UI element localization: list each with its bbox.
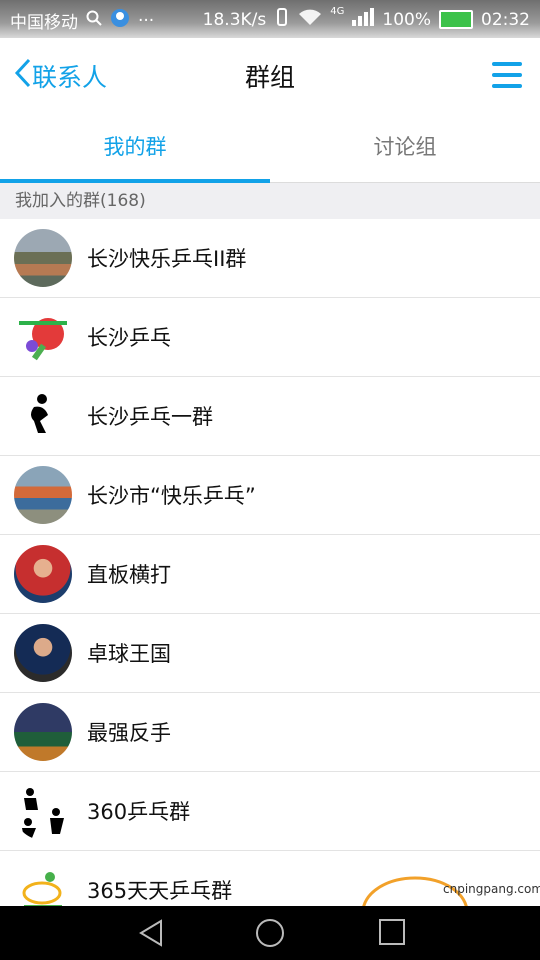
group-name: 长沙乒乓一群 [87,405,213,429]
avatar [14,624,72,682]
avatar [14,703,72,761]
battery-percent: 100% [382,9,431,30]
battery-icon [439,10,473,29]
group-name: 长沙市“快乐乒乓” [87,484,256,508]
tab-my-groups[interactable]: 我的群 [0,114,270,183]
group-name: 卓球王国 [87,642,171,666]
group-name: 365天天乒乓群 [87,879,233,903]
list-item[interactable]: 长沙乒乓 [0,298,540,377]
more-notifications-icon: ··· [138,10,155,31]
vibrate-icon [274,8,290,31]
list-item[interactable]: 最强反手 [0,693,540,772]
list-item[interactable]: 360乒乓群 [0,772,540,851]
app-notification-icon [110,8,130,33]
group-name: 直板横打 [87,563,171,587]
list-item[interactable]: 长沙快乐乒乓II群 [0,219,540,298]
network-speed: 18.3K/s [202,9,267,30]
list-item[interactable]: 卓球王国 [0,614,540,693]
group-list: 长沙快乐乒乓II群 长沙乒乓 长沙乒乓一群 长沙市“快乐乒乓” 直板横打 卓球王… [0,219,540,930]
group-name: 长沙快乐乒乓II群 [87,247,247,271]
page-title: 群组 [244,63,295,92]
avatar [14,229,72,287]
network-type: 4G [330,6,345,17]
avatar [14,308,72,366]
search-icon [86,10,102,31]
hamburger-menu-icon[interactable] [492,62,522,88]
watermark-url: cnpingpang.com [443,882,540,896]
list-item[interactable]: 直板横打 [0,535,540,614]
system-nav-bar [0,906,540,960]
avatar [14,387,72,445]
status-bar: 中国移动 ··· 18.3K/s 4G 100% 02:32 [0,0,540,38]
group-name: 长沙乒乓 [87,326,171,350]
recents-nav-icon[interactable] [378,918,406,950]
avatar [14,545,72,603]
carrier-label: 中国移动 [10,13,78,33]
avatar [14,466,72,524]
avatar [14,782,72,840]
section-header: 我加入的群(168) [0,183,540,219]
group-name: 360乒乓群 [87,800,191,824]
tab-bar: 我的群 讨论组 [0,114,540,183]
header: 联系人 群组 [0,38,540,114]
list-item[interactable]: 长沙乒乓一群 [0,377,540,456]
list-item[interactable]: 长沙市“快乐乒乓” [0,456,540,535]
group-name: 最强反手 [87,721,171,745]
signal-icon [352,8,375,31]
back-nav-icon[interactable] [137,918,165,952]
wifi-icon [298,8,322,31]
tab-discussion-groups[interactable]: 讨论组 [270,114,540,182]
clock: 02:32 [481,9,530,30]
home-nav-icon[interactable] [255,918,285,952]
